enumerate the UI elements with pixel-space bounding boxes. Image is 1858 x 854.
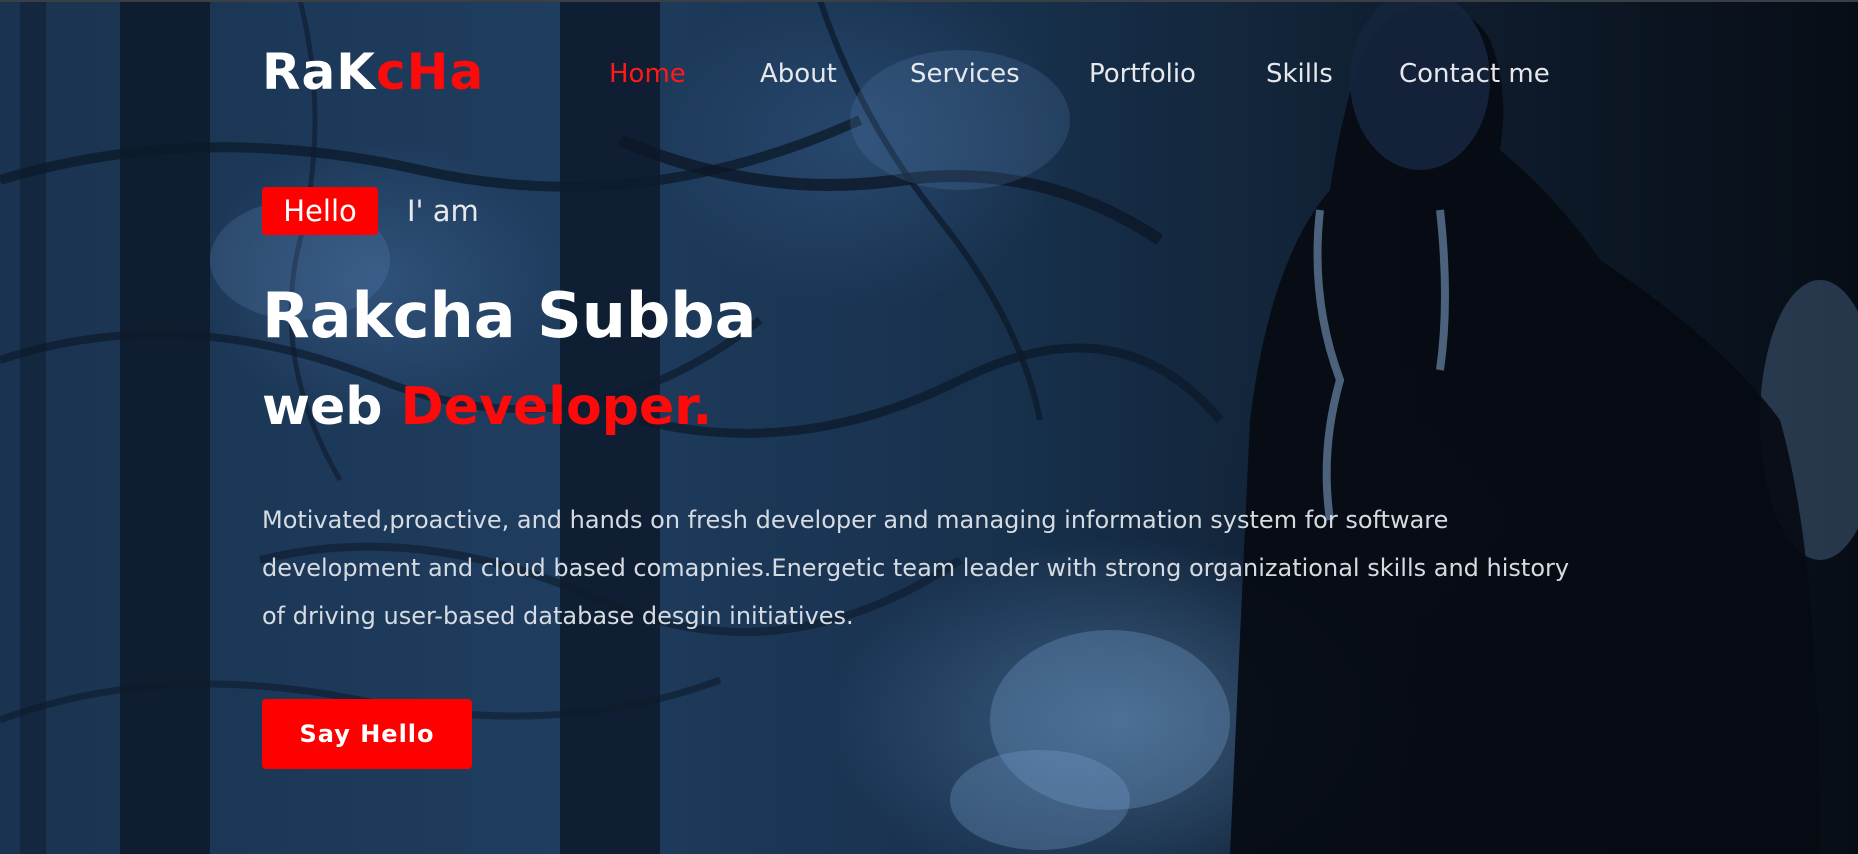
role-accent: Developer. bbox=[400, 377, 713, 437]
hero-section: RaKcHa Home About Services Portfolio Ski… bbox=[0, 0, 1858, 854]
nav-link-skills[interactable]: Skills bbox=[1266, 56, 1333, 92]
say-hello-button[interactable]: Say Hello bbox=[262, 699, 472, 769]
hello-badge: Hello bbox=[262, 187, 378, 235]
hero-role: web Developer. bbox=[262, 372, 712, 442]
nav-link-services[interactable]: Services bbox=[910, 56, 1020, 92]
role-prefix: web bbox=[262, 377, 401, 437]
nav-link-about[interactable]: About bbox=[760, 56, 837, 92]
nav-link-portfolio[interactable]: Portfolio bbox=[1089, 56, 1196, 92]
nav-link-home[interactable]: Home bbox=[609, 56, 686, 92]
greeting-text: I' am bbox=[407, 194, 479, 228]
logo-accent-text: cHa bbox=[376, 43, 485, 101]
site-logo[interactable]: RaKcHa bbox=[262, 42, 484, 102]
hero-bio: Motivated,proactive, and hands on fresh … bbox=[262, 506, 1570, 630]
nav-link-contact[interactable]: Contact me bbox=[1399, 56, 1550, 92]
top-border bbox=[0, 0, 1858, 2]
logo-text: RaK bbox=[262, 43, 376, 101]
hero-name: Rakcha Subba bbox=[262, 279, 757, 352]
